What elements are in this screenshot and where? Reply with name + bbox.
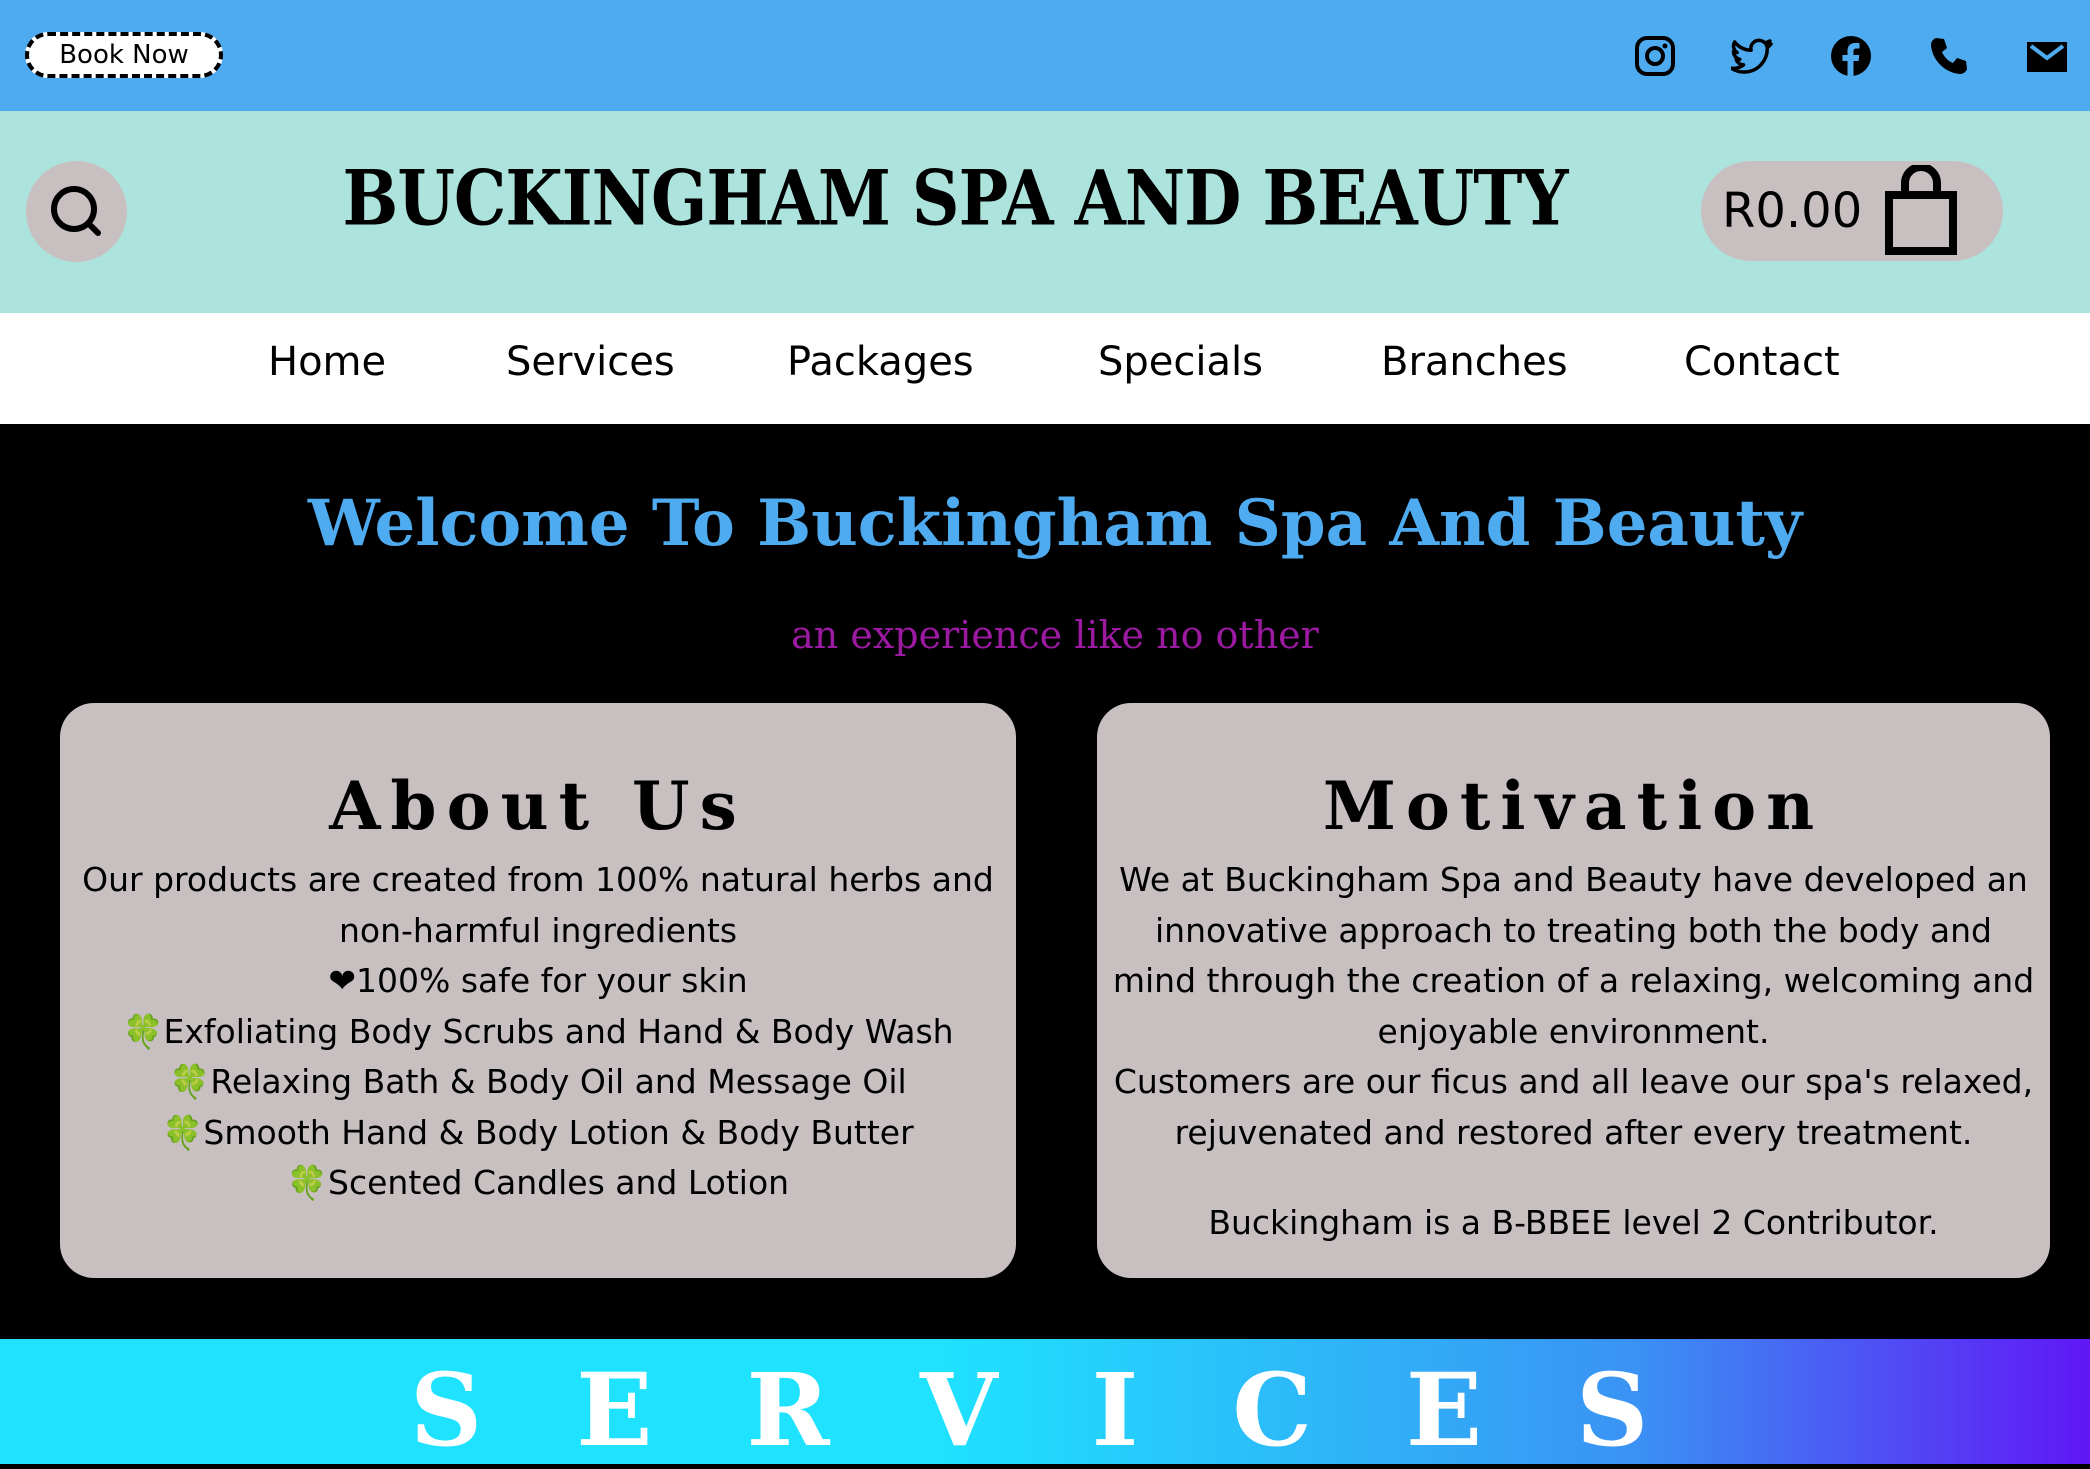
shopping-bag-icon xyxy=(1885,165,1957,255)
about-line: Our products are created from 100% natur… xyxy=(82,860,994,899)
nav-specials[interactable]: Specials xyxy=(1098,339,1263,385)
motivation-card: Motivation We at Buckingham Spa and Beau… xyxy=(1097,703,2050,1278)
main-nav: Home Services Packages Specials Branches… xyxy=(0,313,2090,424)
motivation-line: rejuvenated and restored after every tre… xyxy=(1174,1112,1973,1152)
about-title: About Us xyxy=(329,767,747,845)
about-line: 🍀Scented Candles and Lotion xyxy=(286,1163,790,1202)
email-icon[interactable] xyxy=(2025,34,2069,78)
services-banner: SERVICES xyxy=(0,1339,2090,1469)
book-now-button[interactable]: Book Now xyxy=(25,32,223,78)
nav-services[interactable]: Services xyxy=(506,339,675,385)
top-bar: Book Now xyxy=(0,0,2090,111)
about-card: About Us Our products are created from 1… xyxy=(60,703,1016,1278)
motivation-line: innovative approach to treating both the… xyxy=(1155,910,1992,950)
motivation-line: Customers are our ficus and all leave ou… xyxy=(1113,1062,2034,1101)
about-line: ❤100% safe for your skin xyxy=(328,961,748,1000)
about-line: 🍀Smooth Hand & Body Lotion & Body Butter xyxy=(162,1112,914,1152)
motivation-spacer xyxy=(1097,1158,2050,1198)
motivation-body: We at Buckingham Spa and Beauty have dev… xyxy=(1097,855,2050,1249)
motivation-line: Buckingham is a B-BBEE level 2 Contribut… xyxy=(1208,1203,1939,1242)
cart-total: R0.00 xyxy=(1722,183,1863,239)
motivation-line: mind through the creation of a relaxing,… xyxy=(1112,961,2035,1000)
facebook-icon[interactable] xyxy=(1829,34,1873,78)
twitter-icon[interactable] xyxy=(1731,34,1775,78)
about-line: 🍀Relaxing Bath & Body Oil and Message Oi… xyxy=(169,1062,907,1101)
site-title[interactable]: BUCKINGHAM SPA AND BEAUTY xyxy=(0,153,1910,243)
instagram-icon[interactable] xyxy=(1633,34,1677,78)
welcome-heading: Welcome To Buckingham Spa And Beauty xyxy=(307,486,1803,561)
phone-icon[interactable] xyxy=(1927,34,1971,78)
cart-button[interactable]: R0.00 xyxy=(1701,161,2003,261)
about-body: Our products are created from 100% natur… xyxy=(60,855,1016,1209)
motivation-line: We at Buckingham Spa and Beauty have dev… xyxy=(1119,860,2028,899)
motivation-title: Motivation xyxy=(1322,767,1825,845)
nav-home[interactable]: Home xyxy=(268,339,386,385)
motivation-line: enjoyable environment. xyxy=(1377,1011,1770,1051)
tagline: an experience like no other xyxy=(791,613,1319,657)
site-header: BUCKINGHAM SPA AND BEAUTY R0.00 xyxy=(0,111,2090,313)
nav-branches[interactable]: Branches xyxy=(1381,339,1568,385)
about-line: non-harmful ingredients xyxy=(338,910,738,950)
nav-packages[interactable]: Packages xyxy=(787,339,974,385)
nav-contact[interactable]: Contact xyxy=(1684,339,1840,385)
services-title: SERVICES xyxy=(410,1351,1743,1469)
about-line: 🍀Exfoliating Body Scrubs and Hand & Body… xyxy=(122,1011,954,1051)
